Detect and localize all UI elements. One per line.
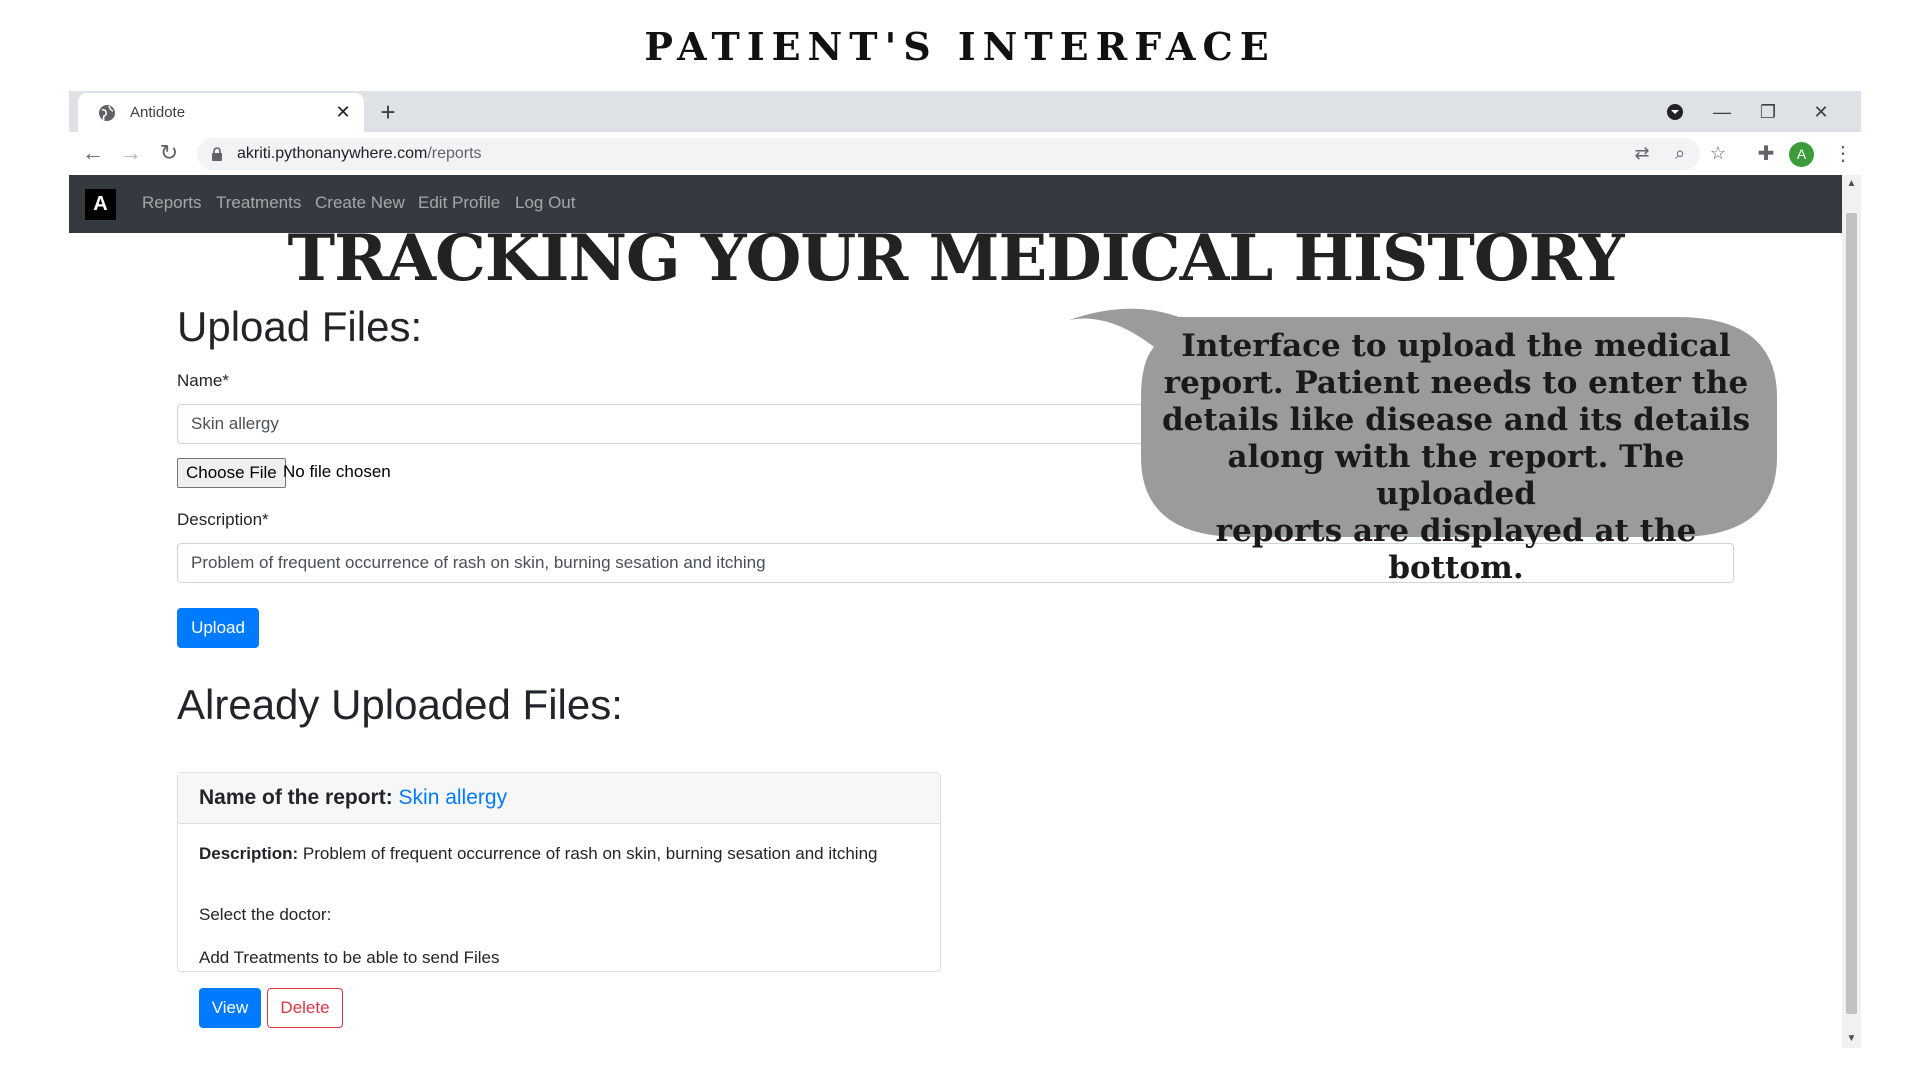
page-viewport: A Reports Treatments Create New Edit Pro… xyxy=(69,175,1842,1048)
callout-text: Interface to upload the medical report. … xyxy=(1143,328,1769,587)
treatments-note: Add Treatments to be able to send Files xyxy=(199,948,500,967)
back-icon[interactable]: ← xyxy=(79,139,107,167)
reload-icon[interactable]: ↻ xyxy=(155,139,183,167)
report-description-prefix: Description: xyxy=(199,844,299,863)
translate-icon[interactable]: ⇄ xyxy=(1629,140,1655,166)
nav-treatments[interactable]: Treatments xyxy=(216,193,301,213)
report-description-text: Problem of frequent occurrence of rash o… xyxy=(302,844,878,863)
profile-avatar[interactable]: A xyxy=(1789,142,1814,167)
page-scrollbar[interactable]: ▲ ▼ xyxy=(1842,175,1861,1048)
select-doctor-label: Select the doctor: xyxy=(199,905,332,924)
report-description: Description: Problem of frequent occurre… xyxy=(199,844,877,864)
nav-log-out[interactable]: Log Out xyxy=(515,193,576,213)
report-card: Name of the report: Skin allergy Descrip… xyxy=(177,772,941,972)
nav-edit-profile[interactable]: Edit Profile xyxy=(418,193,500,213)
callout-line: reports are displayed at the bottom. xyxy=(1215,513,1697,586)
nav-reports[interactable]: Reports xyxy=(142,193,202,213)
new-tab-icon[interactable]: + xyxy=(371,95,405,129)
scroll-up-icon[interactable]: ▲ xyxy=(1842,175,1861,193)
callout-line: report. Patient needs to enter the xyxy=(1163,365,1749,401)
browser-tab[interactable]: Antidote ✕ xyxy=(78,93,364,132)
description-label: Description* xyxy=(177,510,269,529)
name-label: Name* xyxy=(177,371,229,390)
scroll-down-icon[interactable]: ▼ xyxy=(1842,1030,1861,1048)
scroll-thumb[interactable] xyxy=(1846,213,1857,1014)
file-status: No file chosen xyxy=(283,462,391,481)
brand-logo[interactable]: A xyxy=(85,189,116,220)
url-text: akriti.pythonanywhere.com/reports xyxy=(237,145,482,163)
view-button[interactable]: View xyxy=(199,988,261,1028)
upload-button[interactable]: Upload xyxy=(177,608,259,648)
forward-icon[interactable]: → xyxy=(117,139,145,167)
tab-strip: Antidote ✕ + — ❐ ✕ xyxy=(69,91,1861,132)
browser-toolbar: ← → ↻ akriti.pythonanywhere.com/reports … xyxy=(69,132,1861,174)
tab-close-icon[interactable]: ✕ xyxy=(334,102,352,123)
bookmark-star-icon[interactable]: ☆ xyxy=(1705,140,1731,166)
report-name-link[interactable]: Skin allergy xyxy=(399,786,508,809)
page-title: TRACKING YOUR MEDICAL HISTORY xyxy=(287,221,1625,296)
tab-search-icon[interactable] xyxy=(1659,99,1691,125)
extensions-icon[interactable]: ✚ xyxy=(1752,140,1780,168)
address-bar[interactable]: akriti.pythonanywhere.com/reports xyxy=(197,138,1700,170)
url-host: akriti.pythonanywhere.com xyxy=(237,145,428,162)
url-path: /reports xyxy=(427,145,482,162)
restore-icon[interactable]: ❐ xyxy=(1752,99,1784,125)
slide-title: PATIENT'S INTERFACE xyxy=(644,24,1276,69)
minimize-icon[interactable]: — xyxy=(1706,99,1738,125)
close-window-icon[interactable]: ✕ xyxy=(1805,99,1837,125)
zoom-icon[interactable]: ⌕ xyxy=(1667,140,1693,166)
callout-line: Interface to upload the medical xyxy=(1181,328,1731,364)
upload-heading: Upload Files: xyxy=(177,303,423,350)
delete-button[interactable]: Delete xyxy=(267,988,343,1028)
report-card-header: Name of the report: Skin allergy xyxy=(178,773,940,824)
callout-line: details like disease and its details xyxy=(1161,402,1751,438)
globe-icon xyxy=(99,104,115,121)
report-name-prefix: Name of the report: xyxy=(199,786,393,809)
lock-icon xyxy=(212,147,222,161)
uploaded-heading: Already Uploaded Files: xyxy=(177,681,623,728)
tab-title: Antidote xyxy=(130,104,186,121)
choose-file-button[interactable]: Choose File xyxy=(177,458,286,488)
callout-line: along with the report. The uploaded xyxy=(1227,439,1685,512)
menu-dots-icon[interactable]: ⋮ xyxy=(1829,140,1857,168)
nav-create-new[interactable]: Create New xyxy=(315,193,405,213)
